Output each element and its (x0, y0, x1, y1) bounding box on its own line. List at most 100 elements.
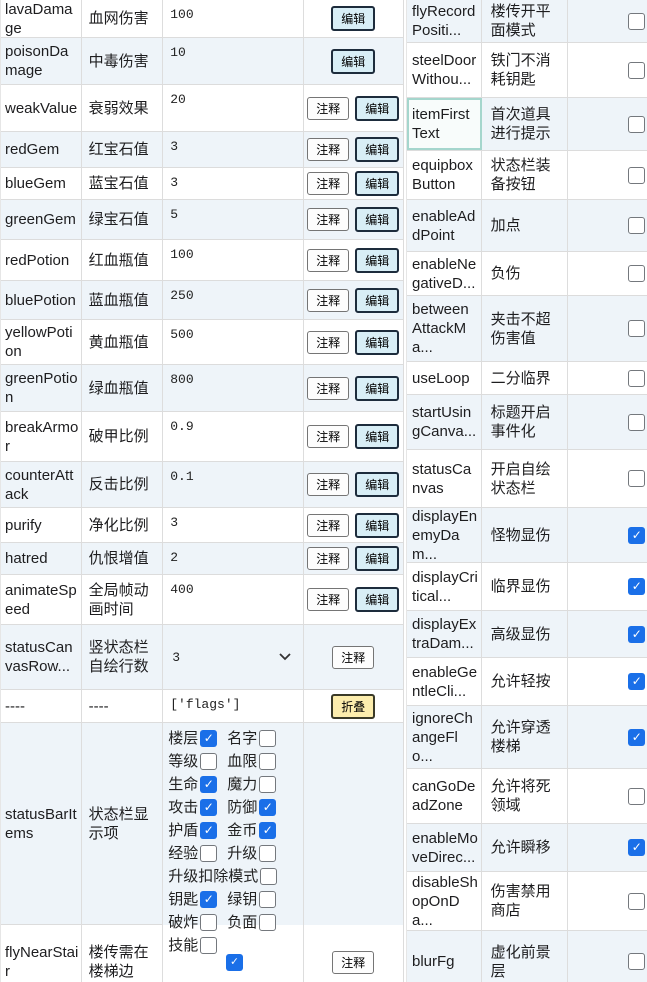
param-id: disableShopOnDa... (412, 873, 479, 930)
flag-checkbox[interactable] (628, 265, 645, 282)
edit-button[interactable]: 编辑 (355, 546, 399, 571)
param-id-cell: redGem (1, 132, 82, 167)
param-value-cell[interactable]: ['flags'] (163, 690, 303, 722)
edit-button[interactable]: 编辑 (355, 376, 399, 401)
flag-checkbox[interactable]: ✓ (628, 729, 645, 746)
param-id: weakValue (5, 99, 77, 118)
param-value-cell[interactable]: 100 (163, 0, 303, 37)
flag-checkbox[interactable] (628, 414, 645, 431)
statusbar-item-checkbox[interactable]: ✓ (259, 822, 276, 839)
statusbar-item-checkbox[interactable]: ✓ (259, 799, 276, 816)
comment-button[interactable]: 注释 (307, 425, 349, 448)
edit-button[interactable]: 编辑 (355, 207, 399, 232)
comment-button[interactable]: 注释 (307, 138, 349, 161)
flag-checkbox[interactable] (628, 217, 645, 234)
param-value-cell[interactable]: 0.1 (163, 462, 303, 507)
flag-checkbox[interactable] (628, 13, 645, 30)
comment-button[interactable]: 注释 (307, 289, 349, 312)
param-value-cell[interactable]: 5 (163, 200, 303, 239)
param-id: itemFirstText (412, 105, 478, 143)
edit-button[interactable]: 编辑 (355, 513, 399, 538)
param-value-cell[interactable]: 3 (163, 132, 303, 167)
comment-button[interactable]: 注释 (307, 331, 349, 354)
flag-checkbox[interactable]: ✓ (628, 673, 645, 690)
flag-checkbox[interactable]: ✓ (628, 626, 645, 643)
edit-button[interactable]: 编辑 (331, 49, 375, 74)
statusbar-item-checkbox[interactable] (200, 937, 217, 954)
statusbar-item-checkbox[interactable]: ✓ (200, 891, 217, 908)
row-actions-cell (304, 723, 403, 925)
param-value-cell[interactable]: 800 (163, 365, 303, 411)
statusbar-item-checkbox[interactable]: ✓ (200, 730, 217, 747)
comment-button[interactable]: 注释 (307, 97, 349, 120)
fold-button[interactable]: 折叠 (331, 694, 375, 719)
table-row: animateSpeed全局帧动画时间400注释编辑 (1, 575, 403, 625)
flag-checkbox[interactable] (628, 953, 645, 970)
comment-button[interactable]: 注释 (307, 377, 349, 400)
edit-button[interactable]: 编辑 (355, 472, 399, 497)
statusbar-item-checkbox[interactable] (260, 868, 277, 885)
rows-select[interactable]: 3 (170, 648, 298, 667)
comment-button[interactable]: 注释 (332, 646, 374, 669)
flag-checkbox[interactable] (628, 62, 645, 79)
param-value-cell[interactable]: 10 (163, 38, 303, 84)
flag-checkbox[interactable] (628, 167, 645, 184)
statusbar-item-checkbox[interactable] (259, 730, 276, 747)
comment-button[interactable]: 注释 (307, 473, 349, 496)
edit-button[interactable]: 编辑 (355, 424, 399, 449)
edit-button[interactable]: 编辑 (355, 288, 399, 313)
edit-button[interactable]: 编辑 (355, 96, 399, 121)
edit-button[interactable]: 编辑 (355, 248, 399, 273)
row-actions-cell: 编辑 (304, 38, 403, 84)
param-value-cell[interactable]: 100 (163, 240, 303, 280)
statusbar-item-checkbox[interactable] (259, 914, 276, 931)
comment-button[interactable]: 注释 (307, 249, 349, 272)
param-value-cell[interactable]: 500 (163, 320, 303, 364)
param-value-cell[interactable]: 0.9 (163, 412, 303, 461)
flag-checkbox[interactable]: ✓ (628, 839, 645, 856)
comment-button[interactable]: 注释 (307, 514, 349, 537)
table-row: purify净化比例3注释编辑 (1, 508, 403, 543)
statusbar-item-checkbox[interactable] (259, 845, 276, 862)
statusbar-item-checkbox[interactable]: ✓ (200, 822, 217, 839)
comment-button[interactable]: 注释 (332, 951, 374, 974)
edit-button[interactable]: 编辑 (355, 171, 399, 196)
param-cn-cell: 允许瞬移 (482, 824, 569, 871)
flag-checkbox[interactable] (628, 788, 645, 805)
param-cn: 怪物显伤 (491, 526, 551, 545)
edit-button[interactable]: 编辑 (355, 330, 399, 355)
statusbar-item-checkbox[interactable]: ✓ (200, 776, 217, 793)
flag-checkbox[interactable] (628, 116, 645, 133)
param-value-cell[interactable]: 3 (163, 168, 303, 199)
flag-checkbox[interactable]: ✓ (628, 527, 645, 544)
edit-button[interactable]: 编辑 (355, 587, 399, 612)
edit-button[interactable]: 编辑 (355, 137, 399, 162)
flag-checkbox[interactable] (628, 370, 645, 387)
param-value-cell[interactable]: 20 (163, 85, 303, 131)
param-value-cell[interactable]: 3 (163, 508, 303, 542)
param-cn-cell: 临界显伤 (482, 563, 569, 610)
flag-checkbox[interactable] (628, 893, 645, 910)
statusbar-item-label: 技能 (168, 936, 198, 955)
flag-checkbox[interactable]: ✓ (628, 578, 645, 595)
comment-button[interactable]: 注释 (307, 208, 349, 231)
param-value-cell[interactable]: 250 (163, 281, 303, 319)
flag-checkbox[interactable] (628, 470, 645, 487)
param-value-cell[interactable]: 400 (163, 575, 303, 624)
statusbar-item-checkbox[interactable] (200, 845, 217, 862)
statusbar-item-checkbox[interactable]: ✓ (200, 799, 217, 816)
edit-button[interactable]: 编辑 (331, 6, 375, 31)
comment-button[interactable]: 注释 (307, 172, 349, 195)
param-cn: 绿宝石值 (89, 210, 149, 229)
param-value: 2 (170, 548, 178, 567)
statusbar-item-checkbox[interactable] (200, 914, 217, 931)
statusbar-item-checkbox[interactable] (259, 776, 276, 793)
statusbar-item-checkbox[interactable] (259, 891, 276, 908)
flag-checkbox[interactable] (628, 320, 645, 337)
statusbar-item-label: 魔力 (227, 775, 257, 794)
statusbar-item-checkbox[interactable] (200, 753, 217, 770)
comment-button[interactable]: 注释 (307, 547, 349, 570)
statusbar-item-checkbox[interactable] (259, 753, 276, 770)
param-value-cell[interactable]: 2 (163, 543, 303, 574)
comment-button[interactable]: 注释 (307, 588, 349, 611)
